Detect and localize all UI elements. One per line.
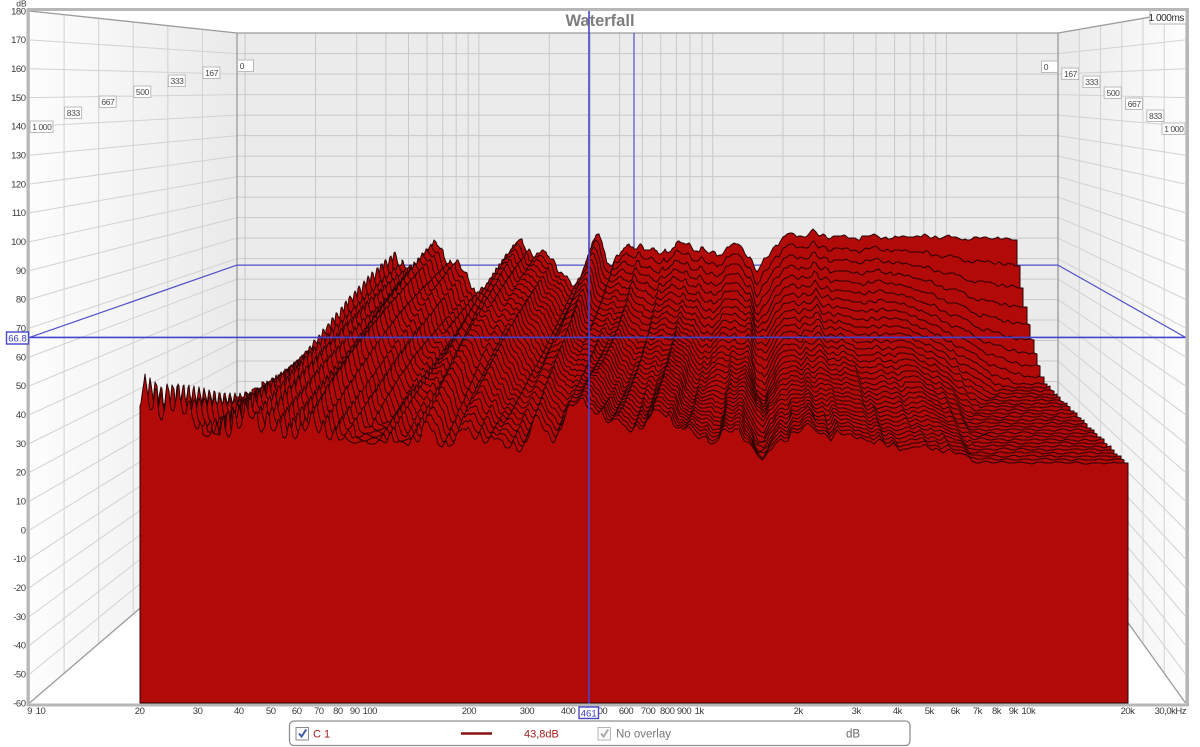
- svg-text:70: 70: [314, 706, 324, 717]
- svg-text:333: 333: [1085, 77, 1099, 87]
- svg-text:0: 0: [240, 61, 245, 71]
- svg-text:170: 170: [11, 35, 26, 46]
- svg-text:800: 800: [660, 706, 675, 717]
- svg-text:40: 40: [16, 410, 26, 421]
- svg-text:833: 833: [67, 108, 81, 118]
- svg-text:167: 167: [1064, 69, 1078, 79]
- svg-text:667: 667: [101, 97, 115, 107]
- svg-text:0: 0: [1044, 62, 1049, 72]
- svg-text:1 000ms: 1 000ms: [1148, 13, 1184, 24]
- svg-text:-50: -50: [13, 670, 25, 681]
- svg-text:30: 30: [193, 706, 203, 717]
- svg-text:700: 700: [641, 706, 656, 717]
- svg-text:Waterfall: Waterfall: [565, 12, 634, 30]
- svg-text:6k: 6k: [951, 706, 961, 717]
- svg-text:150: 150: [11, 93, 26, 104]
- svg-text:40: 40: [234, 706, 244, 717]
- svg-text:4k: 4k: [893, 706, 903, 717]
- svg-text:-60: -60: [13, 698, 25, 709]
- svg-text:80: 80: [333, 706, 343, 717]
- svg-text:66.8: 66.8: [8, 334, 27, 345]
- svg-text:-40: -40: [13, 641, 25, 652]
- svg-text:1k: 1k: [695, 706, 705, 717]
- svg-text:8k: 8k: [992, 706, 1002, 717]
- svg-text:9k: 9k: [1009, 706, 1019, 717]
- svg-text:667: 667: [1128, 99, 1142, 109]
- svg-text:80: 80: [16, 295, 26, 306]
- svg-text:3k: 3k: [852, 706, 862, 717]
- svg-text:50: 50: [266, 706, 276, 717]
- svg-text:140: 140: [11, 122, 26, 133]
- svg-text:500: 500: [1107, 88, 1121, 98]
- svg-text:130: 130: [11, 151, 26, 162]
- svg-text:20k: 20k: [1121, 706, 1136, 717]
- svg-text:0: 0: [21, 525, 26, 536]
- svg-text:200: 200: [462, 706, 477, 717]
- svg-text:500: 500: [136, 87, 150, 97]
- svg-text:20: 20: [135, 706, 145, 717]
- svg-text:90: 90: [16, 266, 26, 277]
- svg-text:600: 600: [619, 706, 634, 717]
- svg-text:1 000: 1 000: [32, 122, 52, 132]
- svg-text:2k: 2k: [794, 706, 804, 717]
- svg-text:43,8dB: 43,8dB: [524, 729, 559, 741]
- svg-text:900: 900: [677, 706, 692, 717]
- svg-text:30: 30: [16, 439, 26, 450]
- svg-text:461: 461: [581, 709, 597, 720]
- svg-text:60: 60: [292, 706, 302, 717]
- svg-text:167: 167: [205, 68, 219, 78]
- svg-text:833: 833: [1149, 111, 1163, 121]
- svg-text:10: 10: [16, 497, 26, 508]
- svg-text:9: 9: [27, 706, 32, 717]
- svg-text:10: 10: [36, 706, 46, 717]
- svg-text:C 1: C 1: [313, 729, 330, 741]
- svg-text:100: 100: [11, 237, 26, 248]
- svg-text:7k: 7k: [973, 706, 983, 717]
- svg-text:10k: 10k: [1021, 706, 1036, 717]
- svg-text:333: 333: [171, 76, 185, 86]
- svg-text:dB: dB: [846, 729, 860, 741]
- svg-text:-30: -30: [13, 612, 25, 623]
- svg-text:90: 90: [350, 706, 360, 717]
- svg-text:20: 20: [16, 468, 26, 479]
- svg-text:30,0kHz: 30,0kHz: [1155, 706, 1187, 717]
- svg-text:110: 110: [12, 208, 26, 219]
- svg-text:dB: dB: [16, 0, 27, 9]
- svg-text:-10: -10: [13, 554, 25, 565]
- svg-text:1 000: 1 000: [1164, 124, 1184, 134]
- svg-text:No overlay: No overlay: [616, 729, 671, 741]
- svg-text:120: 120: [11, 179, 26, 190]
- svg-text:300: 300: [520, 706, 535, 717]
- svg-text:100: 100: [363, 706, 378, 717]
- svg-text:400: 400: [561, 706, 576, 717]
- svg-text:60: 60: [16, 352, 26, 363]
- svg-text:160: 160: [11, 64, 26, 75]
- svg-text:5k: 5k: [925, 706, 935, 717]
- svg-text:50: 50: [16, 381, 26, 392]
- svg-text:-20: -20: [13, 583, 25, 594]
